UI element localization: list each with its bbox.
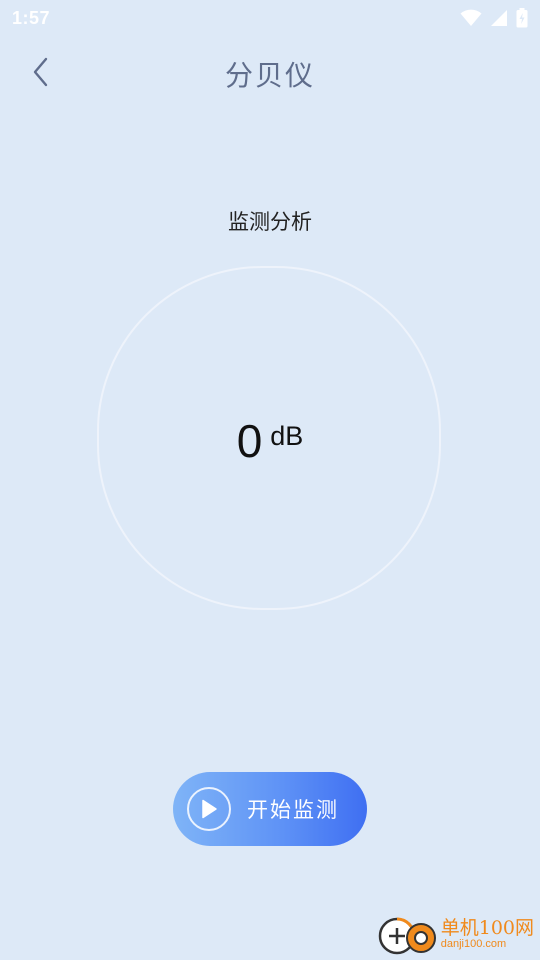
status-bar: 1:57: [0, 0, 540, 36]
watermark-brand: 单机100网: [440, 917, 534, 940]
wifi-icon: [460, 9, 482, 26]
decibel-unit: dB: [270, 421, 304, 451]
status-icons: [460, 8, 528, 28]
watermark-url: danji100.com: [440, 938, 507, 951]
decibel-value: 0: [236, 415, 263, 467]
start-monitoring-label: 开始监测: [247, 798, 339, 822]
section-title: 监测分析: [228, 210, 312, 234]
page-title: 分贝仪: [224, 59, 315, 92]
play-icon: [202, 799, 217, 819]
signal-icon: [491, 10, 507, 26]
watermark-logo-icon: [378, 917, 436, 955]
app-header: 分贝仪: [0, 40, 540, 102]
play-button-circle: [187, 787, 231, 831]
watermark: 单机100网 danji100.com: [377, 914, 534, 956]
battery-icon: [516, 8, 528, 28]
start-monitoring-button[interactable]: 开始监测: [173, 772, 367, 846]
status-time: 1:57: [12, 7, 51, 28]
decibel-reading: 0 dB: [0, 414, 540, 468]
watermark-text: 单机100网 danji100.com: [440, 917, 534, 951]
